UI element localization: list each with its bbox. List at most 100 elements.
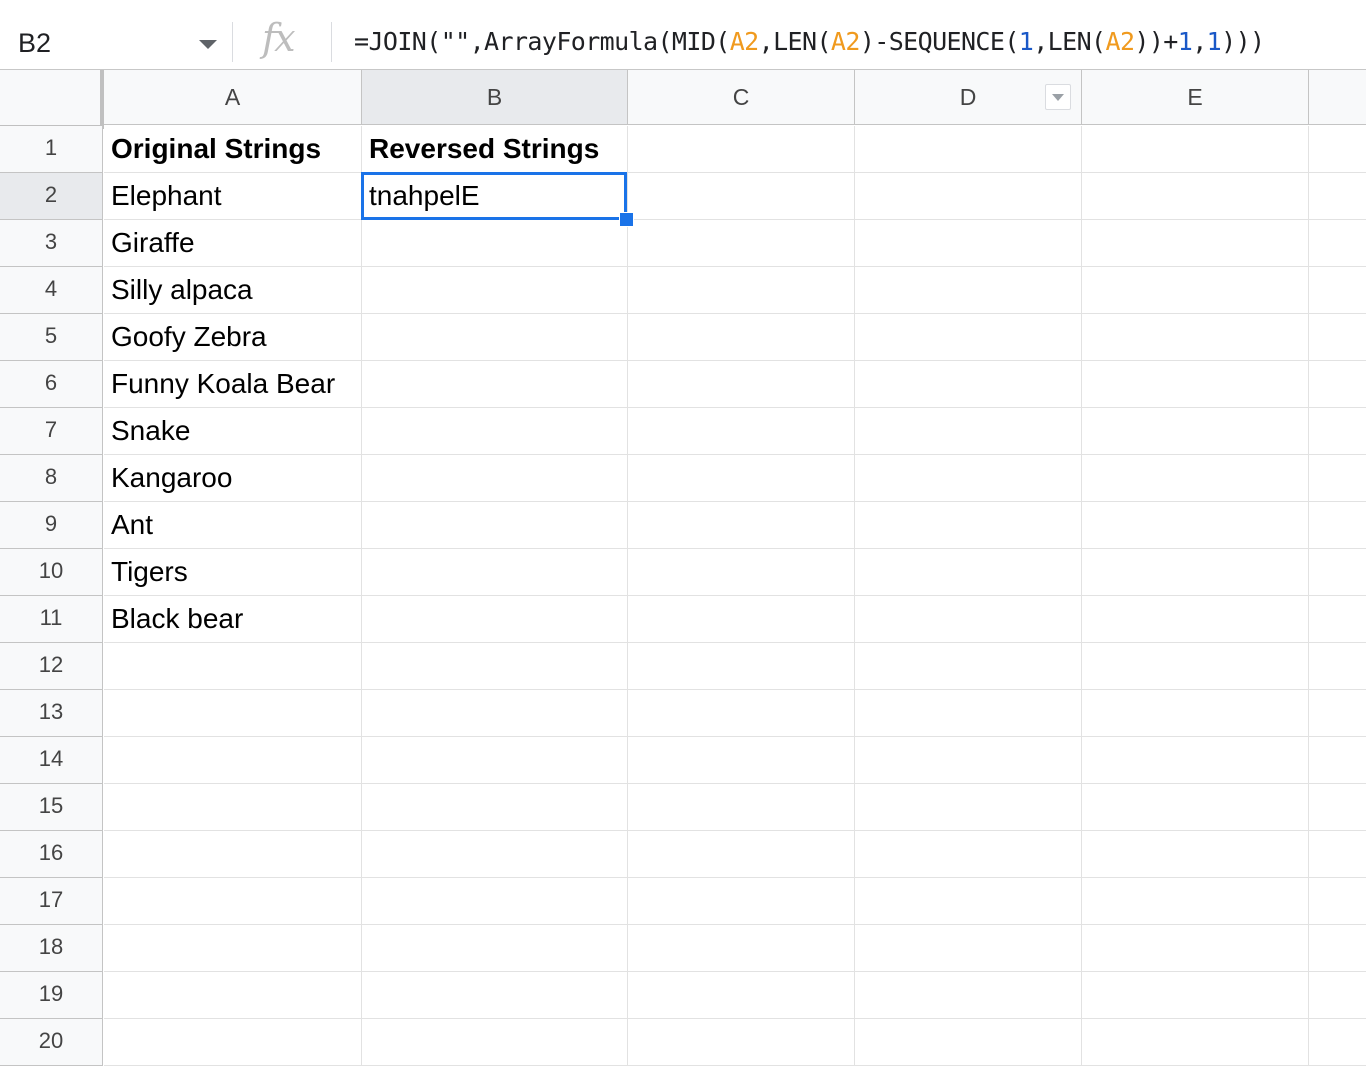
cell-a18[interactable]: [104, 925, 362, 972]
column-header-b[interactable]: B: [362, 70, 628, 125]
cell-e16[interactable]: [1082, 831, 1309, 878]
cell-e12[interactable]: [1082, 643, 1309, 690]
cell-d20[interactable]: [855, 1019, 1082, 1066]
row-header-17[interactable]: 17: [0, 878, 103, 925]
cell-c2[interactable]: [628, 173, 855, 220]
cell-a9[interactable]: Ant: [104, 502, 362, 549]
row-header-16[interactable]: 16: [0, 831, 103, 878]
cell-partial[interactable]: [1309, 314, 1366, 361]
cell-c19[interactable]: [628, 972, 855, 1019]
cell-e7[interactable]: [1082, 408, 1309, 455]
cell-a1[interactable]: Original Strings: [104, 126, 362, 173]
cell-d9[interactable]: [855, 502, 1082, 549]
column-header-partial[interactable]: [1309, 70, 1366, 125]
cell-b7[interactable]: [362, 408, 628, 455]
cell-e8[interactable]: [1082, 455, 1309, 502]
cell-b19[interactable]: [362, 972, 628, 1019]
cell-d5[interactable]: [855, 314, 1082, 361]
cell-e10[interactable]: [1082, 549, 1309, 596]
row-header-3[interactable]: 3: [0, 220, 103, 267]
cell-b18[interactable]: [362, 925, 628, 972]
row-header-9[interactable]: 9: [0, 502, 103, 549]
column-header-a[interactable]: A: [104, 70, 362, 125]
formula-input[interactable]: =JOIN("",ArrayFormula(MID(A2,LEN(A2)-SEQ…: [354, 27, 1265, 56]
cell-c18[interactable]: [628, 925, 855, 972]
cell-d14[interactable]: [855, 737, 1082, 784]
cell-d17[interactable]: [855, 878, 1082, 925]
row-header-13[interactable]: 13: [0, 690, 103, 737]
cell-c17[interactable]: [628, 878, 855, 925]
cell-e13[interactable]: [1082, 690, 1309, 737]
cell-partial[interactable]: [1309, 173, 1366, 220]
row-header-1[interactable]: 1: [0, 126, 103, 173]
cell-b10[interactable]: [362, 549, 628, 596]
cell-c9[interactable]: [628, 502, 855, 549]
cell-partial[interactable]: [1309, 784, 1366, 831]
row-header-4[interactable]: 4: [0, 267, 103, 314]
cell-a11[interactable]: Black bear: [104, 596, 362, 643]
cell-a12[interactable]: [104, 643, 362, 690]
row-header-12[interactable]: 12: [0, 643, 103, 690]
row-header-8[interactable]: 8: [0, 455, 103, 502]
name-box[interactable]: B2: [0, 16, 232, 72]
cell-partial[interactable]: [1309, 878, 1366, 925]
cell-b2[interactable]: tnahpelE: [362, 173, 628, 220]
cell-c16[interactable]: [628, 831, 855, 878]
cell-d19[interactable]: [855, 972, 1082, 1019]
cell-b12[interactable]: [362, 643, 628, 690]
cell-a15[interactable]: [104, 784, 362, 831]
cell-b3[interactable]: [362, 220, 628, 267]
cell-d15[interactable]: [855, 784, 1082, 831]
cell-partial[interactable]: [1309, 408, 1366, 455]
cell-b13[interactable]: [362, 690, 628, 737]
select-all-corner[interactable]: [0, 70, 104, 129]
cell-a19[interactable]: [104, 972, 362, 1019]
cell-e20[interactable]: [1082, 1019, 1309, 1066]
cell-c6[interactable]: [628, 361, 855, 408]
cell-d6[interactable]: [855, 361, 1082, 408]
cell-partial[interactable]: [1309, 361, 1366, 408]
cell-e18[interactable]: [1082, 925, 1309, 972]
cell-c13[interactable]: [628, 690, 855, 737]
column-filter-dropdown-icon[interactable]: [1045, 84, 1071, 110]
cell-b11[interactable]: [362, 596, 628, 643]
cell-partial[interactable]: [1309, 220, 1366, 267]
row-header-5[interactable]: 5: [0, 314, 103, 361]
cell-partial[interactable]: [1309, 267, 1366, 314]
cell-b17[interactable]: [362, 878, 628, 925]
cell-c4[interactable]: [628, 267, 855, 314]
cell-a17[interactable]: [104, 878, 362, 925]
cell-partial[interactable]: [1309, 925, 1366, 972]
cell-a14[interactable]: [104, 737, 362, 784]
cell-partial[interactable]: [1309, 549, 1366, 596]
cell-a10[interactable]: Tigers: [104, 549, 362, 596]
cell-b5[interactable]: [362, 314, 628, 361]
cell-e1[interactable]: [1082, 126, 1309, 173]
cell-d7[interactable]: [855, 408, 1082, 455]
cell-partial[interactable]: [1309, 1019, 1366, 1066]
cell-b20[interactable]: [362, 1019, 628, 1066]
cell-e4[interactable]: [1082, 267, 1309, 314]
cell-e5[interactable]: [1082, 314, 1309, 361]
cell-c7[interactable]: [628, 408, 855, 455]
row-header-20[interactable]: 20: [0, 1019, 103, 1066]
column-header-c[interactable]: C: [628, 70, 855, 125]
cell-e14[interactable]: [1082, 737, 1309, 784]
cell-d12[interactable]: [855, 643, 1082, 690]
cell-partial[interactable]: [1309, 126, 1366, 173]
cell-partial[interactable]: [1309, 643, 1366, 690]
row-header-19[interactable]: 19: [0, 972, 103, 1019]
cell-c12[interactable]: [628, 643, 855, 690]
name-box-dropdown-icon[interactable]: [199, 40, 217, 49]
cell-a7[interactable]: Snake: [104, 408, 362, 455]
cell-d8[interactable]: [855, 455, 1082, 502]
fill-handle[interactable]: [619, 212, 634, 227]
cell-a5[interactable]: Goofy Zebra: [104, 314, 362, 361]
cell-a16[interactable]: [104, 831, 362, 878]
cell-c14[interactable]: [628, 737, 855, 784]
cell-partial[interactable]: [1309, 690, 1366, 737]
cell-c8[interactable]: [628, 455, 855, 502]
cell-partial[interactable]: [1309, 455, 1366, 502]
cell-partial[interactable]: [1309, 831, 1366, 878]
cell-e2[interactable]: [1082, 173, 1309, 220]
